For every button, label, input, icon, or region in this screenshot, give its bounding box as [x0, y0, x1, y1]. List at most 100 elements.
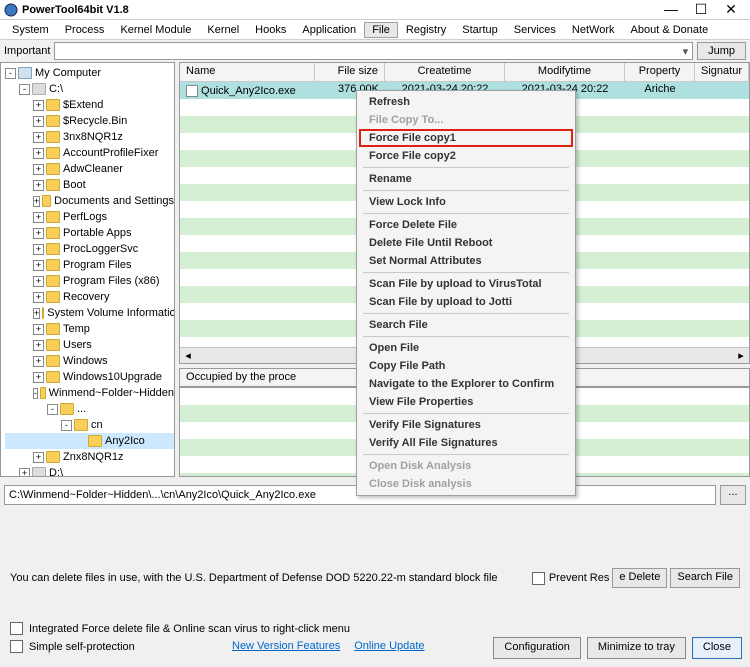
- ctx-copy-file-path[interactable]: Copy File Path: [359, 357, 573, 375]
- scroll-left-icon[interactable]: ◂: [180, 349, 196, 362]
- tree-toggle-icon[interactable]: +: [33, 260, 44, 271]
- prevent-checkbox[interactable]: [532, 572, 545, 585]
- maximize-button[interactable]: ☐: [686, 1, 716, 19]
- tree-toggle-icon[interactable]: +: [33, 180, 44, 191]
- tree-toggle-icon[interactable]: +: [33, 164, 44, 175]
- ctx-scan-file-by-upload-to-virustotal[interactable]: Scan File by upload to VirusTotal: [359, 275, 573, 293]
- menu-item-kernel[interactable]: Kernel: [199, 22, 247, 38]
- minimize-button[interactable]: —: [656, 1, 686, 19]
- col-size[interactable]: File size: [315, 63, 385, 81]
- menu-item-file[interactable]: File: [364, 22, 398, 38]
- online-update-link[interactable]: Online Update: [354, 640, 424, 652]
- tree-toggle-icon[interactable]: +: [33, 324, 44, 335]
- col-property[interactable]: Property: [625, 63, 695, 81]
- close-window-button[interactable]: ✕: [716, 1, 746, 19]
- tree-node[interactable]: +PerfLogs: [5, 209, 174, 225]
- tree-node[interactable]: -C:\: [5, 81, 174, 97]
- configuration-button[interactable]: Configuration: [493, 637, 580, 659]
- ctx-navigate-to-the-explorer-to-confirm[interactable]: Navigate to the Explorer to Confirm: [359, 375, 573, 393]
- tree-toggle-icon[interactable]: -: [33, 388, 38, 399]
- scroll-right-icon[interactable]: ▸: [733, 349, 749, 362]
- ctx-force-file-copy1[interactable]: Force File copy1: [359, 129, 573, 147]
- ctx-refresh[interactable]: Refresh: [359, 93, 573, 111]
- ctx-verify-file-signatures[interactable]: Verify File Signatures: [359, 416, 573, 434]
- ctx-search-file[interactable]: Search File: [359, 316, 573, 334]
- tree-node[interactable]: +Windows10Upgrade: [5, 369, 174, 385]
- tree-node[interactable]: +$Recycle.Bin: [5, 113, 174, 129]
- tree-node[interactable]: +Temp: [5, 321, 174, 337]
- tree-toggle-icon[interactable]: -: [61, 420, 72, 431]
- tree-node[interactable]: +AccountProfileFixer: [5, 145, 174, 161]
- tree-node[interactable]: +Users: [5, 337, 174, 353]
- tree-toggle-icon[interactable]: +: [19, 468, 30, 478]
- tree-node[interactable]: +System Volume Information: [5, 305, 174, 321]
- tree-toggle-icon[interactable]: +: [33, 292, 44, 303]
- ctx-force-file-copy2[interactable]: Force File copy2: [359, 147, 573, 165]
- tree-node[interactable]: +AdwCleaner: [5, 161, 174, 177]
- menu-item-network[interactable]: NetWork: [564, 22, 623, 38]
- folder-tree-pane[interactable]: -My Computer-C:\+$Extend+$Recycle.Bin+3n…: [0, 62, 175, 477]
- tree-node[interactable]: Any2Ico: [5, 433, 174, 449]
- ctx-verify-all-file-signatures[interactable]: Verify All File Signatures: [359, 434, 573, 452]
- tree-node[interactable]: +Program Files: [5, 257, 174, 273]
- tree-node[interactable]: -Winmend~Folder~Hidden: [5, 385, 174, 401]
- delete-button[interactable]: e Delete: [612, 568, 667, 588]
- col-name[interactable]: Name: [180, 63, 315, 81]
- tree-toggle-icon[interactable]: +: [33, 372, 44, 383]
- option-integrated[interactable]: Integrated Force delete file & Online sc…: [10, 622, 350, 635]
- menu-item-services[interactable]: Services: [506, 22, 564, 38]
- ctx-scan-file-by-upload-to-jotti[interactable]: Scan File by upload to Jotti: [359, 293, 573, 311]
- new-version-link[interactable]: New Version Features: [232, 640, 340, 652]
- ctx-set-normal-attributes[interactable]: Set Normal Attributes: [359, 252, 573, 270]
- tree-toggle-icon[interactable]: +: [33, 340, 44, 351]
- browse-button[interactable]: ...: [720, 485, 746, 505]
- col-signature[interactable]: Signatur: [695, 63, 749, 81]
- grid-header[interactable]: Name File size Createtime Modifytime Pro…: [180, 63, 749, 82]
- tree-node[interactable]: +Portable Apps: [5, 225, 174, 241]
- tree-toggle-icon[interactable]: +: [33, 308, 40, 319]
- ctx-rename[interactable]: Rename: [359, 170, 573, 188]
- tree-node[interactable]: +ProcLoggerSvc: [5, 241, 174, 257]
- tree-node[interactable]: -My Computer: [5, 65, 174, 81]
- ctx-open-file[interactable]: Open File: [359, 339, 573, 357]
- tree-toggle-icon[interactable]: -: [19, 84, 30, 95]
- menu-item-registry[interactable]: Registry: [398, 22, 454, 38]
- tree-node[interactable]: +D:\: [5, 465, 174, 477]
- tree-node[interactable]: +Program Files (x86): [5, 273, 174, 289]
- ctx-view-file-properties[interactable]: View File Properties: [359, 393, 573, 411]
- selfprotect-checkbox[interactable]: [10, 640, 23, 653]
- search-file-button[interactable]: Search File: [670, 568, 740, 588]
- tree-node[interactable]: +Recovery: [5, 289, 174, 305]
- tree-toggle-icon[interactable]: +: [33, 228, 44, 239]
- menu-item-application[interactable]: Application: [294, 22, 364, 38]
- tree-node[interactable]: +Windows: [5, 353, 174, 369]
- option-selfprotect[interactable]: Simple self-protection: [10, 640, 135, 653]
- tree-toggle-icon[interactable]: +: [33, 244, 44, 255]
- tree-node[interactable]: -cn: [5, 417, 174, 433]
- ctx-delete-file-until-reboot[interactable]: Delete File Until Reboot: [359, 234, 573, 252]
- menu-item-startup[interactable]: Startup: [454, 22, 505, 38]
- tree-node[interactable]: +Znx8NQR1z: [5, 449, 174, 465]
- tree-node[interactable]: +3nx8NQR1z: [5, 129, 174, 145]
- menu-item-about-donate[interactable]: About & Donate: [623, 22, 717, 38]
- tree-toggle-icon[interactable]: +: [33, 212, 44, 223]
- menu-item-hooks[interactable]: Hooks: [247, 22, 294, 38]
- tree-toggle-icon[interactable]: -: [5, 68, 16, 79]
- tree-node[interactable]: +Documents and Settings: [5, 193, 174, 209]
- tree-toggle-icon[interactable]: +: [33, 100, 44, 111]
- col-createtime[interactable]: Createtime: [385, 63, 505, 81]
- tree-node[interactable]: -...: [5, 401, 174, 417]
- close-button[interactable]: Close: [692, 637, 742, 659]
- tree-toggle-icon[interactable]: +: [33, 132, 44, 143]
- important-select[interactable]: [54, 42, 693, 60]
- ctx-view-lock-info[interactable]: View Lock Info: [359, 193, 573, 211]
- tree-toggle-icon[interactable]: +: [33, 276, 44, 287]
- menu-item-process[interactable]: Process: [57, 22, 113, 38]
- context-menu[interactable]: RefreshFile Copy To...Force File copy1Fo…: [356, 90, 576, 496]
- tree-toggle-icon[interactable]: +: [33, 116, 44, 127]
- ctx-force-delete-file[interactable]: Force Delete File: [359, 216, 573, 234]
- minimize-tray-button[interactable]: Minimize to tray: [587, 637, 686, 659]
- tree-toggle-icon[interactable]: +: [33, 452, 44, 463]
- tree-toggle-icon[interactable]: +: [33, 148, 44, 159]
- tree-node[interactable]: +$Extend: [5, 97, 174, 113]
